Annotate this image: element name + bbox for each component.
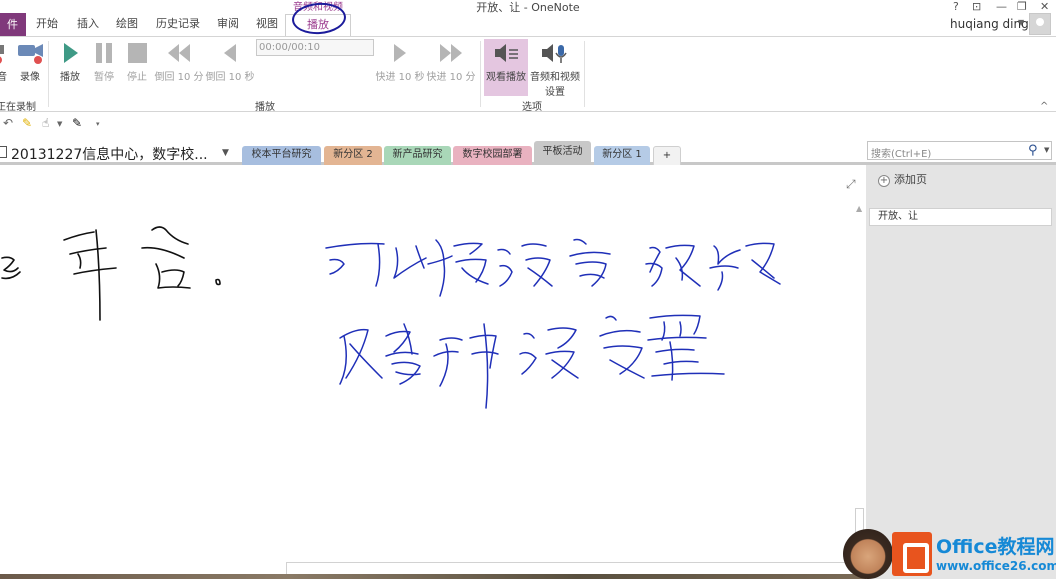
play-icon [56,41,84,65]
pause-button[interactable]: 暂停 [90,41,118,83]
page-pane: + 添加页 开放、让 [866,165,1056,579]
taskbar-strip [0,574,866,579]
customize-qat-icon[interactable]: ▾ [96,120,100,128]
group-divider [48,41,49,107]
notebook-name[interactable]: 20131227信息中心，数字校... [11,144,208,164]
section-tab-3[interactable]: 新产品研究 [384,146,451,165]
page-canvas[interactable]: ⤢ ▲ [0,168,866,562]
tab-file[interactable]: 件 [0,13,26,36]
watermark-title: Office教程网 [936,536,1055,558]
pause-icon [90,41,118,65]
highlighter-pen-icon[interactable]: ✎ [22,116,32,130]
tab-insert[interactable]: 插入 [77,17,99,31]
speaker-mic-icon [528,41,582,65]
see-playback-button[interactable]: 观看播放 [484,39,528,96]
rewind-double-icon [154,41,204,65]
avatar[interactable] [1029,13,1051,35]
stop-icon [124,41,150,65]
scroll-up-icon[interactable]: ▲ [856,204,862,213]
tab-home[interactable]: 开始 [36,17,58,31]
search-icon[interactable]: ⚲ [1028,143,1038,158]
watermark-url: www.office26.com [936,559,1056,573]
add-page-button[interactable]: + 添加页 [878,171,927,187]
onenote-window: 开放、让 - OneNote ? ⊡ — ❐ ✕ 件 开始 插入 绘图 历史记录… [0,0,1056,579]
close-button[interactable]: ✕ [1040,0,1049,13]
page-list-item[interactable]: 开放、让 [869,208,1052,226]
record-audio-button[interactable]: 音 [0,41,10,83]
add-section-button[interactable]: + [653,146,681,165]
section-tab-active[interactable]: 平板活动 [534,141,591,165]
record-audio-icon [0,41,10,65]
section-tab-2[interactable]: 新分区 2 [324,146,382,165]
plus-circle-icon: + [878,175,890,187]
av-settings-button[interactable]: 音频和视频 设置 [528,41,582,98]
section-bar: 20131227信息中心，数字校... ▼ 校本平台研究 新分区 2 新产品研究… [0,135,1056,165]
restore-button[interactable]: ❐ [1017,0,1027,13]
pen-icon[interactable]: ✎ [72,116,82,130]
tab-review[interactable]: 审阅 [217,17,239,31]
collapse-ribbon-icon[interactable]: ^ [1040,101,1048,112]
minimize-button[interactable]: — [996,0,1007,13]
notebook-dropdown-icon[interactable]: ▼ [222,148,229,158]
search-scope-dropdown-icon[interactable]: ▼ [1044,146,1049,154]
forward-10-sec-button[interactable]: 快进 10 秒 [375,41,425,83]
tab-history[interactable]: 历史记录 [156,17,200,31]
touch-mode-icon[interactable]: ☝ [42,116,49,130]
ribbon-display-button[interactable]: ⊡ [972,0,981,13]
playback-time: 00:00/00:10 [256,39,374,56]
section-tab-1[interactable]: 校本平台研究 [242,146,321,165]
user-name[interactable]: huqiang ding [950,17,1029,31]
rewind-icon [205,41,255,65]
office-logo-icon [892,532,932,576]
watermark: Office教程网 www.office26.com [843,529,1056,579]
search-input[interactable]: 搜索(Ctrl+E) [871,145,931,160]
rewind-10-min-button[interactable]: 倒回 10 分 [154,41,204,83]
playback-group-label: 播放 [255,102,275,113]
tab-draw[interactable]: 绘图 [116,17,138,31]
tab-view[interactable]: 视图 [256,17,278,31]
recording-group-label: 正在录制 [0,102,36,113]
title-bar: 开放、让 - OneNote ? ⊡ — ❐ ✕ 件 开始 插入 绘图 历史记录… [0,0,1056,36]
forward-double-icon [426,41,476,65]
record-video-icon [16,41,44,65]
user-caret-icon[interactable]: ▼ [1018,18,1024,27]
quick-access-toolbar: ↶ ✎ ☝ ▼ ✎ ▾ [0,112,1056,135]
help-button[interactable]: ? [953,0,959,13]
play-button[interactable]: 播放 [56,41,84,83]
group-divider [584,41,585,107]
speaker-list-icon [484,41,528,65]
section-tab-4[interactable]: 数字校园部署 [453,146,532,165]
forward-10-min-button[interactable]: 快进 10 分 [426,41,476,83]
handwriting-ink [1,226,781,409]
group-divider [480,41,481,107]
touch-dropdown-icon[interactable]: ▼ [57,120,62,128]
rewind-10-sec-button[interactable]: 倒回 10 秒 [205,41,255,83]
forward-icon [375,41,425,65]
stop-button[interactable]: 停止 [124,41,150,83]
undo-icon[interactable]: ↶ [3,116,13,130]
section-tab-6[interactable]: 新分区 1 [594,146,650,165]
options-group-label: 选项 [522,102,542,113]
notebook-icon [0,146,7,158]
record-video-button[interactable]: 录像 [16,41,44,83]
author-photo [843,529,893,579]
search-box[interactable]: 搜索(Ctrl+E) ⚲ ▼ [867,141,1052,160]
window-title: 开放、让 - OneNote [476,1,580,14]
ribbon-playback: 音 录像 正在录制 播放 暂停 停止 倒回 10 分 倒回 10 秒 00:00… [0,36,1056,113]
